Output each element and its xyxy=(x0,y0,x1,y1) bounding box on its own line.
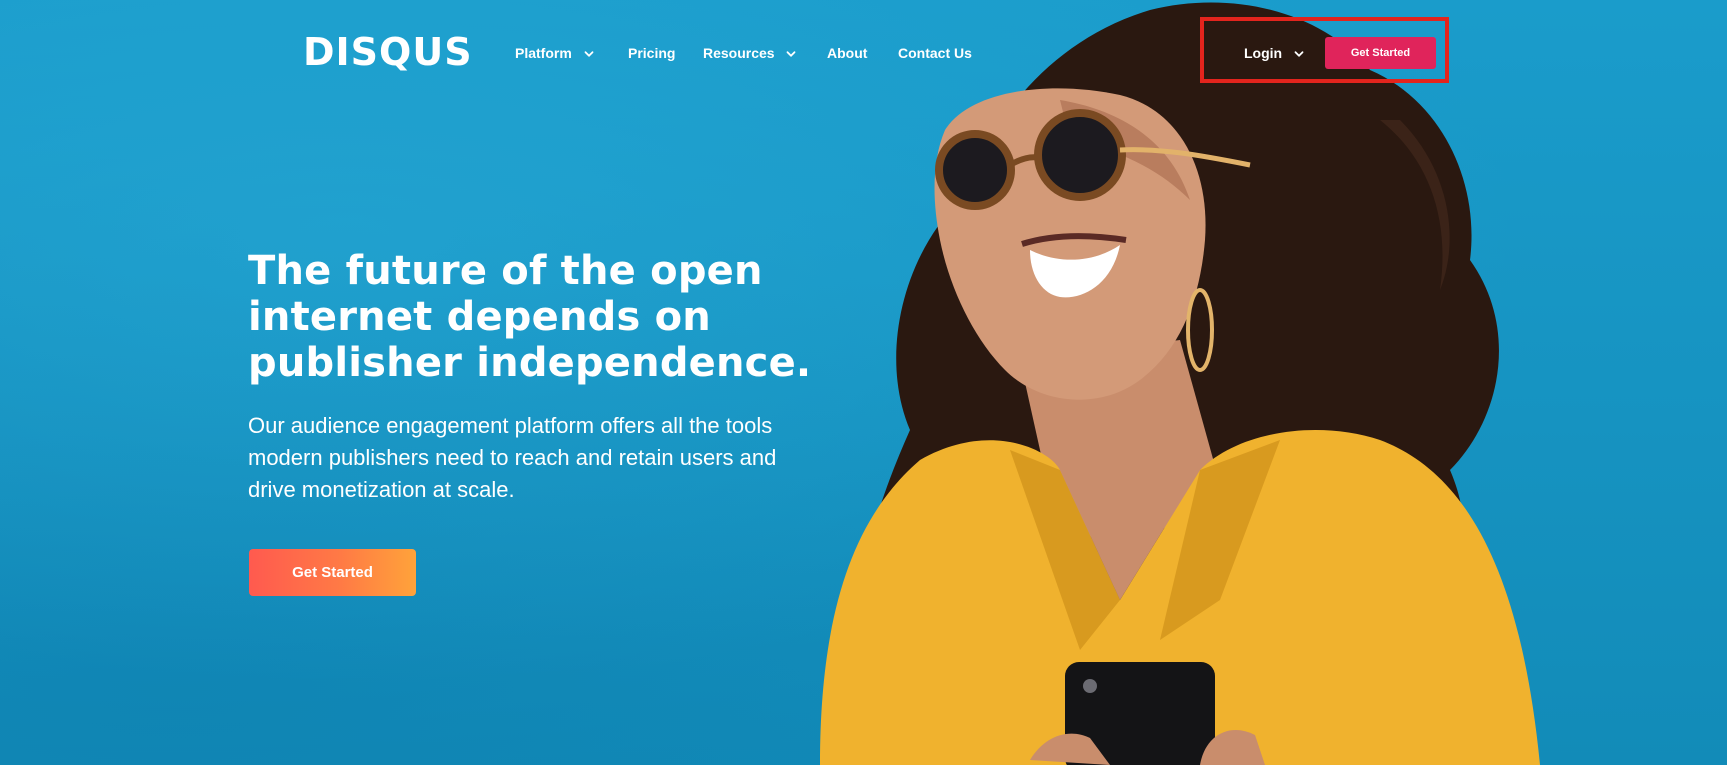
site-header: DISQUS Platform Pricing Resources About xyxy=(0,0,1727,106)
nav-item-platform[interactable]: Platform xyxy=(515,42,594,64)
sunglasses-lens-left xyxy=(935,130,1015,210)
nav-item-label: Pricing xyxy=(628,45,676,61)
hero-get-started-button[interactable]: Get Started xyxy=(249,549,416,596)
hero-title: The future of the open internet depends … xyxy=(248,248,868,386)
hero-subtitle-line: drive monetization at scale. xyxy=(248,477,515,502)
chevron-down-icon xyxy=(584,49,594,59)
phone-camera xyxy=(1083,679,1097,693)
login-dropdown[interactable]: Login xyxy=(1244,42,1304,64)
hero-subtitle: Our audience engagement platform offers … xyxy=(248,410,838,506)
disqus-logo[interactable]: DISQUS xyxy=(303,30,473,74)
nav-item-resources[interactable]: Resources xyxy=(703,42,796,64)
hero-subtitle-line: Our audience engagement platform offers … xyxy=(248,413,773,438)
nav-item-label: Resources xyxy=(703,45,775,61)
nav-item-label: Platform xyxy=(515,45,572,61)
header-get-started-button[interactable]: Get Started xyxy=(1325,37,1436,69)
hero-subtitle-line: modern publishers need to reach and reta… xyxy=(248,445,777,470)
nav-item-about[interactable]: About xyxy=(827,42,867,64)
sunglasses-lens-right xyxy=(1034,109,1126,201)
nav-item-label: Contact Us xyxy=(898,45,972,61)
hero-photo xyxy=(760,0,1620,765)
nav-item-contact-us[interactable]: Contact Us xyxy=(898,42,972,64)
chevron-down-icon xyxy=(1294,49,1304,59)
chevron-down-icon xyxy=(786,49,796,59)
nav-item-label: About xyxy=(827,45,868,61)
hero-title-line: publisher independence. xyxy=(248,340,812,386)
page: DISQUS Platform Pricing Resources About xyxy=(0,0,1727,765)
hero-title-line: The future of the open xyxy=(248,248,763,294)
nav-item-pricing[interactable]: Pricing xyxy=(628,42,675,64)
hero-title-line: internet depends on xyxy=(248,294,711,340)
login-label: Login xyxy=(1244,45,1283,61)
